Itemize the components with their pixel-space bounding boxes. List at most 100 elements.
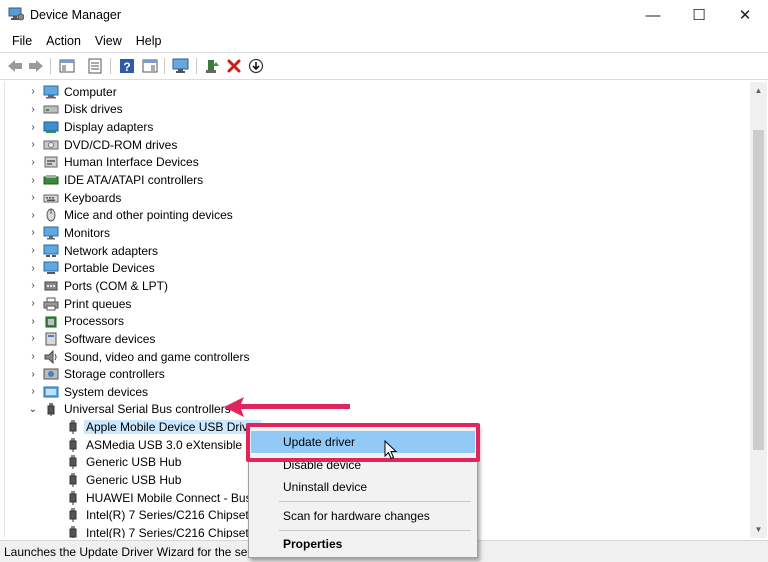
expand-chevron-icon[interactable]: › <box>28 104 38 115</box>
enable-device-icon[interactable] <box>247 57 265 75</box>
expand-chevron-icon[interactable]: › <box>28 386 38 397</box>
storage-controller-icon <box>43 367 59 381</box>
properties-icon[interactable] <box>86 57 104 75</box>
minimize-button[interactable]: — <box>630 0 676 30</box>
tree-item-label: HUAWEI Mobile Connect - Bus E <box>86 490 263 505</box>
mouse-cursor-icon <box>384 440 398 460</box>
close-button[interactable]: ✕ <box>722 0 768 30</box>
menu-help[interactable]: Help <box>130 32 168 50</box>
expand-chevron-icon[interactable]: › <box>28 263 38 274</box>
tree-item-label: Processors <box>64 314 125 329</box>
ide-controller-icon <box>43 173 59 187</box>
expand-chevron-icon[interactable]: › <box>28 227 38 238</box>
tree-category-row[interactable]: › Storage controllers <box>5 365 750 383</box>
expand-chevron-icon[interactable]: › <box>28 298 38 309</box>
tree-category-row[interactable]: › Network adapters <box>5 242 750 260</box>
tree-item-label: Generic USB Hub <box>86 473 182 488</box>
scrollbar-thumb[interactable] <box>753 130 764 450</box>
portable-device-icon <box>43 261 59 275</box>
tree-category-row[interactable]: › Monitors <box>5 224 750 242</box>
dvd-drive-icon <box>43 138 59 152</box>
update-driver-icon[interactable] <box>203 57 221 75</box>
menu-properties[interactable]: Properties <box>251 533 475 555</box>
tree-category-row[interactable]: › Processors <box>5 312 750 330</box>
menu-file[interactable]: File <box>6 32 38 50</box>
expand-chevron-icon[interactable]: › <box>28 139 38 150</box>
tree-category-row[interactable]: ⌄ Universal Serial Bus controllers <box>5 401 750 419</box>
system-device-icon <box>43 385 59 399</box>
usb-device-icon <box>65 437 81 452</box>
tree-category-row[interactable]: › Keyboards <box>5 189 750 207</box>
expand-chevron-icon[interactable]: › <box>28 175 38 186</box>
uninstall-device-icon[interactable] <box>225 57 243 75</box>
svg-text:?: ? <box>123 60 130 74</box>
display-adapter-icon <box>43 120 59 134</box>
usb-device-icon <box>65 473 81 488</box>
menu-scan-hardware[interactable]: Scan for hardware changes <box>251 505 475 527</box>
tree-item-label: Intel(R) 7 Series/C216 Chipset Fa <box>86 508 267 523</box>
expand-chevron-icon[interactable]: › <box>28 122 38 133</box>
help-icon[interactable]: ? <box>118 57 136 75</box>
tree-category-row[interactable]: › IDE ATA/ATAPI controllers <box>5 171 750 189</box>
port-icon <box>43 279 59 293</box>
title-bar: Device Manager — ☐ ✕ <box>0 0 768 30</box>
toolbar: ? <box>0 52 768 80</box>
expand-chevron-icon[interactable]: › <box>28 245 38 256</box>
tree-category-row[interactable]: › Ports (COM & LPT) <box>5 277 750 295</box>
expand-chevron-icon[interactable]: › <box>28 351 38 362</box>
device-manager-icon <box>8 7 24 21</box>
menu-action[interactable]: Action <box>40 32 87 50</box>
tree-item-label: DVD/CD-ROM drives <box>64 137 178 152</box>
window-title: Device Manager <box>30 8 122 22</box>
expand-chevron-icon[interactable]: › <box>28 369 38 380</box>
tree-item-label: Keyboards <box>64 190 122 205</box>
tree-category-row[interactable]: › Mice and other pointing devices <box>5 207 750 225</box>
expand-chevron-icon[interactable]: › <box>28 280 38 291</box>
menu-view[interactable]: View <box>89 32 128 50</box>
tree-category-row[interactable]: › Disk drives <box>5 101 750 119</box>
menu-bar: File Action View Help <box>0 30 768 52</box>
usb-device-icon <box>65 526 81 538</box>
network-adapter-icon <box>43 244 59 258</box>
expand-chevron-icon[interactable]: › <box>28 192 38 203</box>
mouse-icon <box>43 208 59 222</box>
tree-item-label: Generic USB Hub <box>86 455 182 470</box>
tree-category-row[interactable]: › DVD/CD-ROM drives <box>5 136 750 154</box>
vertical-scrollbar[interactable]: ▲ ▼ <box>750 82 767 538</box>
tree-category-row[interactable]: › Software devices <box>5 330 750 348</box>
back-icon[interactable] <box>6 57 24 75</box>
menu-uninstall-device[interactable]: Uninstall device <box>251 476 475 498</box>
printer-icon <box>43 297 59 311</box>
expand-chevron-icon[interactable]: › <box>28 333 38 344</box>
scroll-up-icon[interactable]: ▲ <box>750 82 767 99</box>
tree-item-label: Ports (COM & LPT) <box>64 278 169 293</box>
expand-chevron-icon[interactable]: › <box>28 210 38 221</box>
status-text: Launches the Update Driver Wizard for th… <box>4 544 263 559</box>
tree-item-label: Print queues <box>64 296 132 311</box>
scan-hardware-icon[interactable] <box>172 57 190 75</box>
tree-item-label: Human Interface Devices <box>64 155 199 170</box>
tree-category-row[interactable]: › Print queues <box>5 295 750 313</box>
tree-category-row[interactable]: › Portable Devices <box>5 260 750 278</box>
maximize-button[interactable]: ☐ <box>676 0 722 30</box>
expand-chevron-icon[interactable]: › <box>28 316 38 327</box>
view-resources-icon[interactable] <box>141 57 159 75</box>
forward-icon[interactable] <box>27 57 45 75</box>
show-hide-console-tree-icon[interactable] <box>58 57 76 75</box>
expand-chevron-icon[interactable]: › <box>28 86 38 97</box>
tree-category-row[interactable]: › Computer <box>5 83 750 101</box>
tree-item-label: Software devices <box>64 331 156 346</box>
tree-item-label: ASMedia USB 3.0 eXtensible Host <box>86 437 271 452</box>
expand-chevron-icon[interactable]: › <box>28 157 38 168</box>
tree-category-row[interactable]: › Human Interface Devices <box>5 154 750 172</box>
tree-category-row[interactable]: › Sound, video and game controllers <box>5 348 750 366</box>
tree-item-label: Computer <box>64 84 117 99</box>
tree-item-label: Display adapters <box>64 120 154 135</box>
collapse-chevron-icon[interactable]: ⌄ <box>28 404 38 415</box>
usb-device-icon <box>65 508 81 523</box>
usb-device-icon <box>65 490 81 505</box>
tree-item-label: System devices <box>64 384 149 399</box>
scroll-down-icon[interactable]: ▼ <box>750 521 767 538</box>
tree-category-row[interactable]: › System devices <box>5 383 750 401</box>
tree-category-row[interactable]: › Display adapters <box>5 118 750 136</box>
